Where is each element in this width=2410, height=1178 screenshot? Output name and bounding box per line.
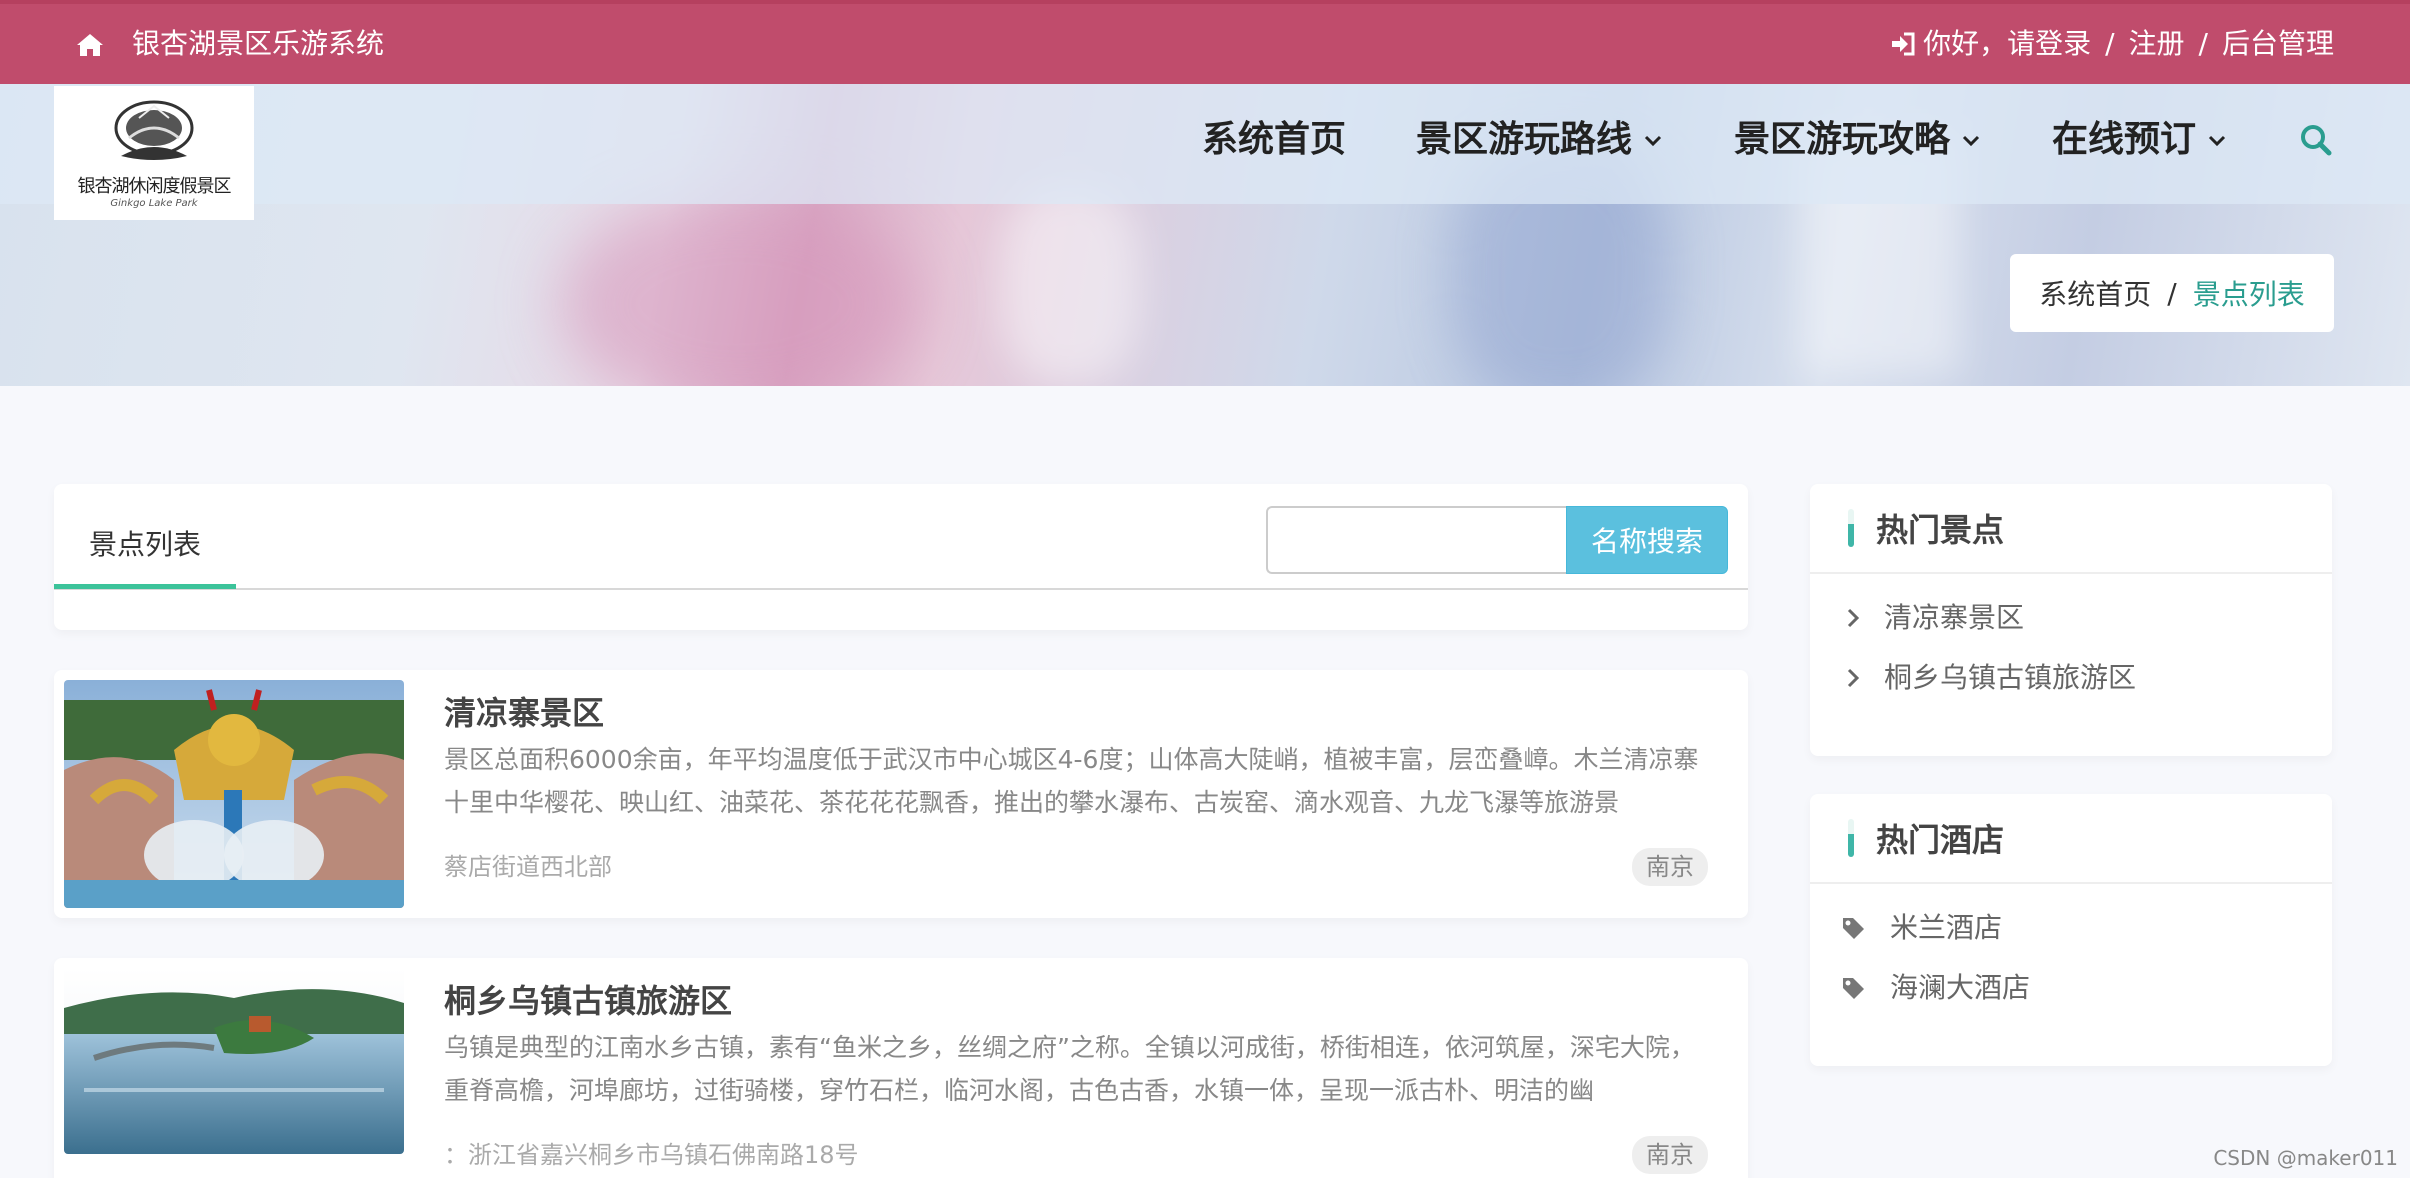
heading-accent-bar (1848, 819, 1854, 857)
nav-guides[interactable]: 景区游玩攻略 (1734, 112, 1982, 168)
dragon-fountain-image (64, 680, 404, 908)
divider (54, 588, 1748, 590)
hot-spot-label: 清凉寨景区 (1884, 601, 2025, 634)
spot-address: 蔡店街道西北部 (444, 853, 612, 881)
register-link[interactable]: 注册 (2129, 26, 2185, 62)
hot-spots-title: 热门景点 (1876, 511, 2005, 549)
hot-spots-panel: 热门景点 清凉寨景区 桐乡乌镇古镇旅游区 (1810, 484, 2332, 756)
chevron-down-icon (1644, 135, 1662, 147)
hero-decoration (560, 194, 920, 386)
nav-home[interactable]: 系统首页 (1202, 112, 1346, 168)
spot-thumbnail[interactable] (64, 680, 404, 908)
hot-hotels-title: 热门酒店 (1876, 821, 2005, 859)
tag-icon (1843, 918, 1864, 939)
tab-active-indicator (54, 584, 236, 589)
chevron-down-icon (2208, 135, 2226, 147)
hot-hotels-panel: 热门酒店 米兰酒店 海澜大酒店 (1810, 794, 2332, 1066)
hot-hotel-item[interactable]: 海澜大酒店 (1840, 958, 2332, 1018)
nav-routes-label: 景区游玩路线 (1415, 119, 1632, 160)
separator: / (2105, 27, 2115, 60)
nav-routes[interactable]: 景区游玩路线 (1416, 112, 1664, 168)
hot-spot-item[interactable]: 桐乡乌镇古镇旅游区 (1840, 648, 2332, 708)
hero-decoration (1000, 184, 1140, 384)
breadcrumb-current: 景点列表 (2192, 278, 2305, 311)
logo-text: 银杏湖休闲度假景区 (77, 175, 232, 197)
sign-in-icon (1892, 32, 1915, 56)
nav-booking-label: 在线预订 (2051, 119, 2196, 160)
nav-home-label: 系统首页 (1201, 119, 1346, 160)
hot-hotel-label: 海澜大酒店 (1890, 971, 2031, 1004)
spot-title[interactable]: 桐乡乌镇古镇旅游区 (444, 980, 732, 1022)
tab-spot-list[interactable]: 景点列表 (54, 522, 236, 628)
spot-description: 乌镇是典型的江南水乡古镇，素有“鱼米之乡，丝绸之府”之称。全镇以河成街，桥街相连… (444, 1033, 1695, 1105)
nav-guides-label: 景区游玩攻略 (1733, 119, 1950, 160)
main-nav: 系统首页 景区游玩路线 景区游玩攻略 在线预订 (1202, 112, 2334, 168)
login-link[interactable]: 你好，请登录 (1923, 26, 2091, 62)
name-search-button[interactable]: 名称搜索 (1566, 506, 1728, 574)
hot-hotels-header: 热门酒店 (1810, 794, 2332, 884)
home-icon[interactable] (74, 29, 106, 61)
spot-title[interactable]: 清凉寨景区 (444, 692, 604, 734)
site-logo[interactable]: 银杏湖休闲度假景区 Ginkgo Lake Park (54, 86, 254, 220)
hot-spot-item[interactable]: 清凉寨景区 (1840, 588, 2332, 648)
spot-thumbnail[interactable] (64, 968, 404, 1154)
site-title[interactable]: 银杏湖景区乐游系统 (132, 26, 384, 62)
chevron-right-icon (1847, 608, 1860, 628)
logo-emblem-icon (114, 100, 194, 160)
breadcrumb-home[interactable]: 系统首页 (2039, 273, 2151, 313)
tag-icon (1843, 978, 1864, 999)
spot-address: ：浙江省嘉兴桐乡市乌镇石佛南路18号 (444, 1141, 859, 1169)
hot-spots-header: 热门景点 (1810, 484, 2332, 574)
watermark: CSDN @maker011 (2213, 1146, 2398, 1170)
nav-booking[interactable]: 在线预订 (2052, 112, 2228, 168)
hot-spot-label: 桐乡乌镇古镇旅游区 (1884, 661, 2137, 694)
search-icon[interactable] (2298, 122, 2334, 158)
city-badge: 南京 (1632, 1136, 1708, 1174)
separator: / (2198, 27, 2208, 60)
list-item[interactable]: 桐乡乌镇古镇旅游区 乌镇是典型的江南水乡古镇，素有“鱼米之乡，丝绸之府”之称。全… (54, 958, 1748, 1178)
hot-hotels-list: 米兰酒店 海澜大酒店 (1810, 884, 2332, 1018)
breadcrumb: 系统首页 / 景点列表 (2010, 254, 2334, 332)
hot-spots-list: 清凉寨景区 桐乡乌镇古镇旅游区 (1810, 574, 2332, 708)
list-item[interactable]: 清凉寨景区 景区总面积6000余亩，年平均温度低于武汉市中心城区4-6度；山体高… (54, 670, 1748, 918)
list-header-panel: 景点列表 名称搜索 (54, 484, 1748, 630)
lake-town-image (64, 968, 404, 1154)
admin-link[interactable]: 后台管理 (2222, 26, 2334, 62)
heading-accent-bar (1848, 509, 1854, 547)
city-badge: 南京 (1632, 848, 1708, 886)
breadcrumb-separator: / (2167, 276, 2177, 310)
hot-hotel-label: 米兰酒店 (1890, 911, 2003, 944)
hot-hotel-item[interactable]: 米兰酒店 (1840, 898, 2332, 958)
logo-subtext: Ginkgo Lake Park (110, 197, 198, 209)
chevron-down-icon (1962, 135, 1980, 147)
search-input[interactable] (1266, 506, 1568, 574)
chevron-right-icon (1847, 668, 1860, 688)
spot-description: 景区总面积6000余亩，年平均温度低于武汉市中心城区4-6度；山体高大陡峭，植被… (444, 745, 1699, 817)
user-links: 你好，请登录 / 注册 / 后台管理 (1889, 26, 2334, 62)
top-bar: 银杏湖景区乐游系统 你好，请登录 / 注册 / 后台管理 (0, 0, 2410, 84)
